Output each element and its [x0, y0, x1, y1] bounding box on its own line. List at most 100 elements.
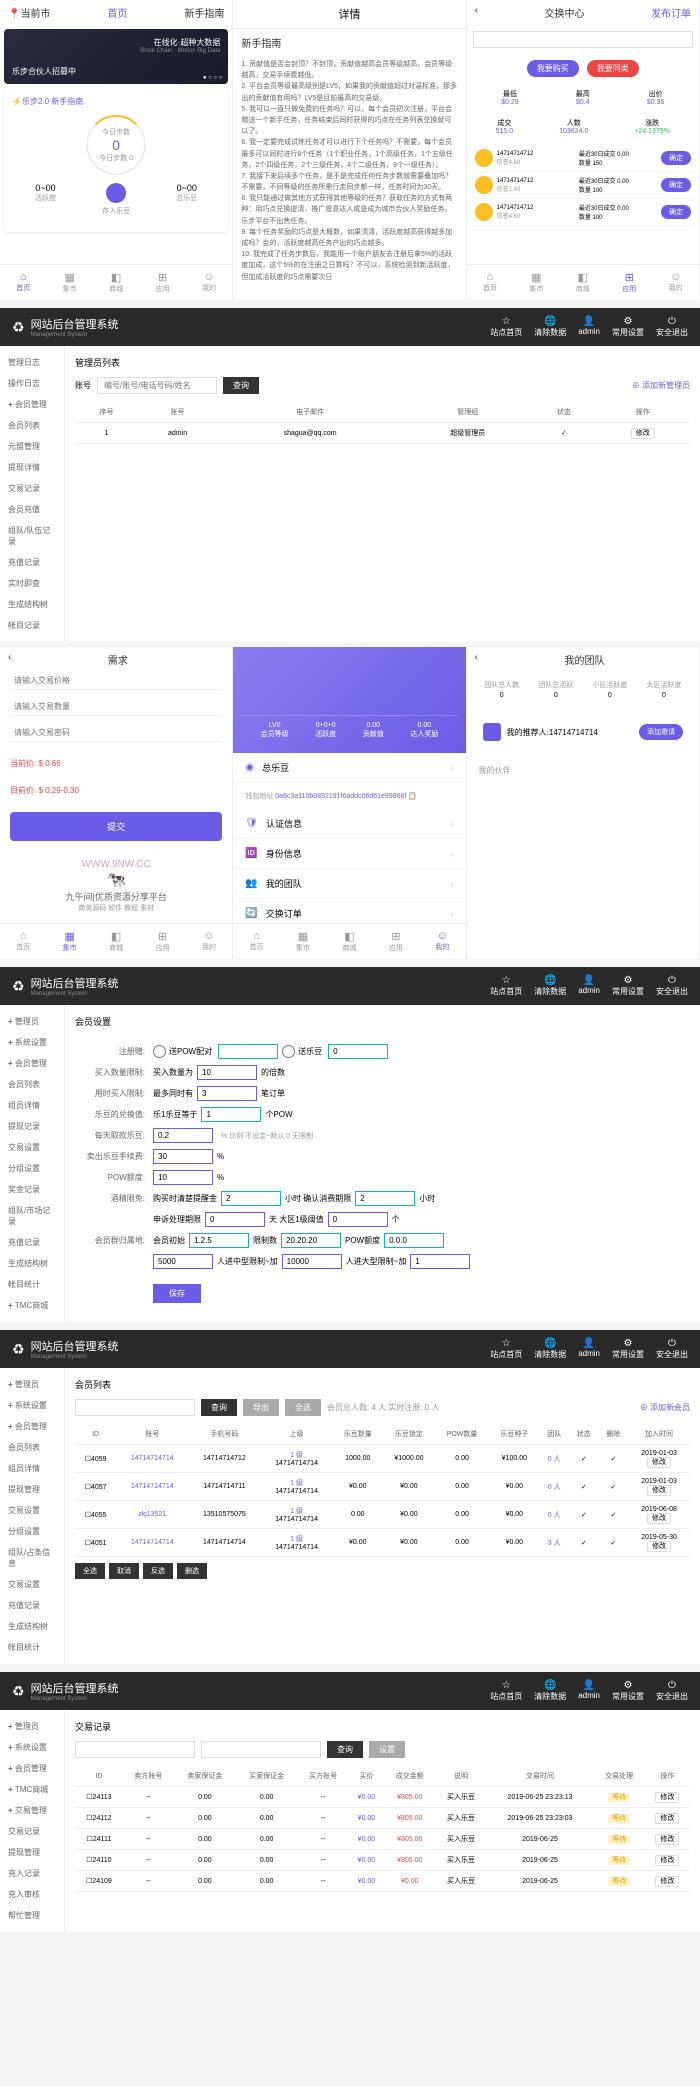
confirm-button[interactable]: 确定 — [661, 178, 691, 192]
sidebar-item[interactable]: 交易设置 — [0, 1500, 64, 1521]
sidebar-item[interactable]: 充入记录 — [0, 1863, 64, 1884]
confirm-button[interactable]: 确定 — [661, 151, 691, 165]
nav-3[interactable]: ⚙常用设置 — [612, 1680, 644, 1702]
search-input-2[interactable] — [201, 1741, 321, 1758]
sidebar-item[interactable]: 元盟管理 — [0, 436, 64, 457]
menu-item[interactable]: 🆔身份信息› — [233, 839, 465, 869]
save-button[interactable]: 保存 — [153, 1284, 201, 1303]
nav-market[interactable]: ▦集市 — [63, 271, 77, 294]
nav-3[interactable]: ⚙常用设置 — [612, 1338, 644, 1360]
search-input[interactable] — [75, 1399, 195, 1416]
sidebar-item[interactable]: 提现记录 — [0, 1116, 64, 1137]
nav-2[interactable]: 👤admin — [578, 975, 600, 997]
setting-input[interactable] — [218, 1044, 278, 1059]
setting-input[interactable] — [281, 1233, 341, 1248]
sidebar-item[interactable]: 管理员 — [0, 1011, 64, 1032]
location[interactable]: 📍当前市 — [8, 5, 50, 20]
setting-input[interactable] — [153, 1254, 213, 1269]
sidebar-item[interactable]: TMC商城 — [0, 1779, 64, 1800]
tab-buy[interactable]: 我要购买 — [527, 60, 579, 77]
banner[interactable]: 在线化·超种大数据 Block Chain · Motion Big Data … — [4, 29, 228, 84]
search-input[interactable] — [97, 377, 217, 394]
search-input[interactable] — [75, 1741, 195, 1758]
price-input[interactable] — [10, 672, 222, 690]
setting-input[interactable] — [197, 1086, 257, 1101]
bulk-button[interactable]: 取消 — [109, 1563, 139, 1579]
sidebar-item[interactable]: 系统设置 — [0, 1737, 64, 1758]
setting-input[interactable] — [205, 1212, 265, 1227]
sidebar-item[interactable]: 管理日志 — [0, 352, 64, 373]
nav-1[interactable]: 🌐清除数据 — [534, 1338, 566, 1360]
setting-input[interactable] — [201, 1107, 261, 1122]
export-button[interactable]: 导出 — [243, 1399, 279, 1416]
nav-4[interactable]: ⏻安全退出 — [656, 1680, 688, 1702]
nav-home[interactable]: ⌂首页 — [483, 271, 497, 294]
tab-sell[interactable]: 我要同类 — [587, 60, 639, 77]
sidebar-item[interactable]: 会员管理 — [0, 1416, 64, 1437]
setting-input[interactable] — [328, 1212, 388, 1227]
sidebar-item[interactable]: 分组设置 — [0, 1158, 64, 1179]
back-icon[interactable]: ‹ — [475, 5, 478, 20]
nav-app[interactable]: ⊞应用 — [156, 271, 170, 294]
setting-radio[interactable] — [153, 1045, 166, 1058]
add-admin-link[interactable]: ⊕ 添加新管理员 — [632, 380, 690, 391]
sidebar-item[interactable]: 提现详情 — [0, 457, 64, 478]
back-icon[interactable]: ‹ — [8, 652, 11, 667]
setting-input[interactable] — [153, 1170, 213, 1185]
qty-input[interactable] — [10, 698, 222, 716]
sidebar-item[interactable]: 充值记录 — [0, 1595, 64, 1616]
confirm-button[interactable]: 确定 — [661, 205, 691, 219]
nav-1[interactable]: 🌐清除数据 — [534, 316, 566, 338]
search-button[interactable]: 查询 — [201, 1399, 237, 1416]
sidebar-item[interactable]: 提现管理 — [0, 1842, 64, 1863]
sidebar-item[interactable]: TMC商城 — [0, 1295, 64, 1316]
sidebar-item[interactable]: 会员列表 — [0, 415, 64, 436]
bulk-button[interactable]: 删选 — [177, 1563, 207, 1579]
sidebar-item[interactable]: 帐目统计 — [0, 1637, 64, 1658]
sidebar-item[interactable]: 会员列表 — [0, 1437, 64, 1458]
invite-button[interactable]: 添加邀请 — [639, 724, 683, 740]
sidebar-item[interactable]: 系统设置 — [0, 1032, 64, 1053]
sidebar-item[interactable]: 奖金记录 — [0, 1179, 64, 1200]
nav-3[interactable]: ⚙常用设置 — [612, 975, 644, 997]
tab-home[interactable]: 首页 — [107, 5, 127, 20]
sidebar-item[interactable]: 管理员 — [0, 1716, 64, 1737]
nav-app[interactable]: ⊞应用 — [622, 271, 636, 294]
sidebar-item[interactable]: 系统设置 — [0, 1395, 64, 1416]
pwd-input[interactable] — [10, 724, 222, 742]
sidebar-item[interactable]: 充值记录 — [0, 1232, 64, 1253]
setting-input[interactable] — [384, 1233, 444, 1248]
sidebar-item[interactable]: 会员管理 — [0, 394, 64, 415]
settings-button[interactable]: 设置 — [369, 1741, 405, 1758]
sidebar-item[interactable]: 组队/市场记录 — [0, 1200, 64, 1232]
nav-market[interactable]: ▦集市 — [529, 271, 543, 294]
add-member-link[interactable]: ⊕ 添加新会员 — [640, 1402, 690, 1413]
setting-input[interactable] — [221, 1191, 281, 1206]
setting-input[interactable] — [197, 1065, 257, 1080]
nav-home[interactable]: ⌂首页 — [16, 271, 30, 294]
sidebar-item[interactable]: 充值记录 — [0, 552, 64, 573]
setting-input[interactable] — [410, 1254, 470, 1269]
sidebar-item[interactable]: 生成结构树 — [0, 594, 64, 615]
sidebar-item[interactable]: 提现管理 — [0, 1479, 64, 1500]
bean-icon[interactable] — [106, 183, 126, 203]
all-button[interactable]: 全选 — [285, 1399, 321, 1416]
nav-mall[interactable]: ◧商城 — [109, 271, 123, 294]
menu-item[interactable]: 🛡认证信息› — [233, 809, 465, 839]
sidebar-item[interactable]: 交易设置 — [0, 1574, 64, 1595]
search-button[interactable]: 查询 — [327, 1741, 363, 1758]
nav-4[interactable]: ⏻安全退出 — [656, 1338, 688, 1360]
nav-2[interactable]: 👤admin — [578, 1680, 600, 1702]
sidebar-item[interactable]: 会员列表 — [0, 1074, 64, 1095]
nav-0[interactable]: ☆站点首页 — [490, 316, 522, 338]
nav-1[interactable]: 🌐清除数据 — [534, 975, 566, 997]
submit-button[interactable]: 提交 — [10, 812, 222, 841]
edit-button[interactable]: 修改 — [631, 428, 655, 439]
search-input[interactable] — [473, 31, 693, 48]
sidebar-item[interactable]: 组员详情 — [0, 1095, 64, 1116]
menu-item[interactable]: 👥我的团队› — [233, 869, 465, 899]
bulk-button[interactable]: 全选 — [75, 1563, 105, 1579]
nav-me[interactable]: ☺我的 — [202, 271, 216, 294]
sidebar-item[interactable]: 帐目统计 — [0, 1274, 64, 1295]
search-button[interactable]: 查询 — [223, 377, 259, 394]
